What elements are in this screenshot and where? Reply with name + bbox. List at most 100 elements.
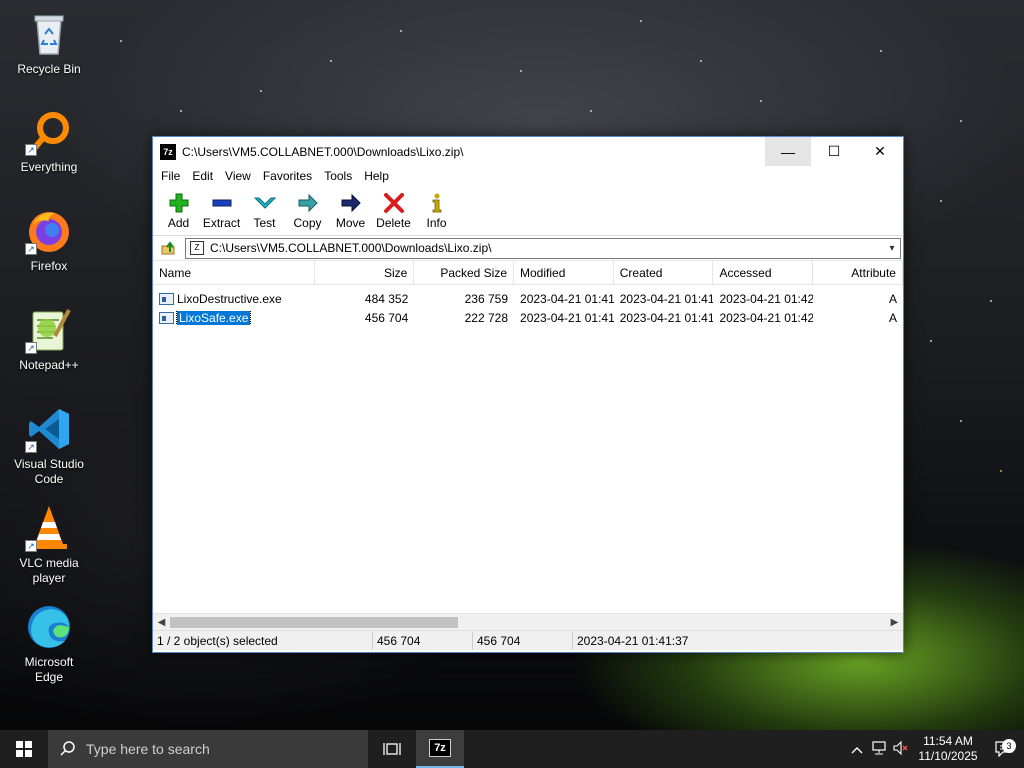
menu-bar: File Edit View Favorites Tools Help [153,166,903,186]
close-button[interactable]: ✕ [857,137,903,166]
scroll-thumb[interactable] [170,616,458,628]
exe-file-icon [159,311,174,324]
address-field[interactable]: Z C:\Users\VM5.COLLABNET.000\Downloads\L… [185,237,901,259]
info-button[interactable]: Info [415,186,458,230]
column-header-modified[interactable]: Modified [514,261,614,285]
file-packed-size: 222 728 [464,310,509,325]
status-packed-size: 456 704 [473,631,573,650]
desktop-icon-vlc[interactable]: ↗ VLC media player [9,504,89,586]
network-icon[interactable] [868,740,890,758]
recycle-bin-icon [25,10,73,58]
notification-button[interactable]: 3 [984,739,1024,757]
desktop-icon-firefox[interactable]: ↗ Firefox [9,207,89,274]
column-header-created[interactable]: Created [614,261,714,285]
move-button[interactable]: Move [329,186,372,230]
column-header-row: Name Size Packed Size Modified Created A… [153,261,903,285]
desktop-icon-recycle-bin[interactable]: Recycle Bin [9,10,89,77]
info-icon [415,190,458,216]
start-button[interactable] [0,730,48,768]
vscode-icon: ↗ [25,405,73,453]
vlc-cone-icon: ↗ [25,504,73,552]
title-bar[interactable]: 7z C:\Users\VM5.COLLABNET.000\Downloads\… [153,137,903,166]
arrow-right-icon [329,190,372,216]
shortcut-arrow-icon: ↗ [25,342,37,354]
desktop-icon-edge[interactable]: Microsoft Edge [9,603,89,685]
task-view-button[interactable] [368,730,416,768]
clock[interactable]: 11:54 AM 11/10/2025 [912,734,984,764]
desktop-icon-label: Everything [20,160,78,174]
7zip-app-icon: 7z [160,143,176,160]
desktop-icon-label: VLC media player [19,556,79,585]
desktop-icon-everything[interactable]: ↗ Everything [9,108,89,175]
minus-icon [200,190,243,216]
file-packed-size: 236 759 [464,291,509,306]
7zip-app-icon: 7z [429,739,451,757]
maximize-button[interactable]: ☐ [811,137,857,166]
taskbar: Type here to search 7z 11:54 AM 11/10/20… [0,730,1024,768]
7zip-window: 7z C:\Users\VM5.COLLABNET.000\Downloads\… [152,136,904,653]
notepad-plus-plus-icon: ↗ [25,306,73,354]
menu-file[interactable]: File [155,169,186,183]
file-list: Name Size Packed Size Modified Created A… [153,261,903,613]
chevron-down-icon[interactable]: ▾ [884,243,900,254]
column-header-name[interactable]: Name [153,261,315,285]
file-size: 484 352 [364,291,409,306]
column-header-accessed[interactable]: Accessed [713,261,814,285]
scroll-track[interactable] [170,615,886,630]
plus-icon [157,190,200,216]
menu-edit[interactable]: Edit [186,169,219,183]
search-box[interactable]: Type here to search [48,730,368,768]
check-chevron-icon [243,190,286,216]
exe-file-icon [159,292,174,305]
column-header-attributes[interactable]: Attribute [813,261,903,285]
x-icon [372,190,415,216]
delete-button[interactable]: Delete [372,186,415,230]
copy-button[interactable]: Copy [286,186,329,230]
scroll-left-icon[interactable]: ◀ [153,617,170,628]
minimize-button[interactable]: — [765,137,811,166]
shortcut-arrow-icon: ↗ [25,540,37,552]
menu-view[interactable]: View [219,169,257,183]
window-title: C:\Users\VM5.COLLABNET.000\Downloads\Lix… [182,144,464,159]
scroll-right-icon[interactable]: ▶ [886,617,903,628]
menu-tools[interactable]: Tools [318,169,358,183]
desktop-icon-notepad-plus-plus[interactable]: ↗ Notepad++ [9,306,89,373]
status-modified: 2023-04-21 01:41:37 [577,633,689,648]
desktop-icon-label: Notepad++ [19,358,79,372]
desktop-icon-vscode[interactable]: ↗ Visual Studio Code [9,405,89,487]
status-size: 456 704 [373,631,473,650]
file-name: LixoDestructive.exe [177,291,282,306]
windows-logo-icon [16,741,32,757]
task-view-icon [383,743,401,755]
menu-help[interactable]: Help [358,169,395,183]
taskbar-7zip-button[interactable]: 7z [416,730,464,768]
desktop-icon-label: Microsoft Edge [24,655,74,684]
file-name: LixoSafe.exe [175,310,252,325]
add-button[interactable]: Add [157,186,200,230]
extract-button[interactable]: Extract [200,186,243,230]
everything-icon: ↗ [25,108,73,156]
shortcut-arrow-icon: ↗ [25,441,37,453]
table-row[interactable]: LixoDestructive.exe 484 352 236 759 2023… [153,289,903,308]
test-button[interactable]: Test [243,186,286,230]
horizontal-scrollbar[interactable]: ◀ ▶ [153,613,903,630]
column-header-size[interactable]: Size [315,261,415,285]
up-folder-button[interactable] [157,238,179,258]
firefox-icon: ↗ [25,207,73,255]
table-row-selected[interactable]: LixoSafe.exe 456 704 222 728 2023-04-21 … [153,308,903,327]
file-size: 456 704 [364,310,409,325]
up-folder-icon [161,241,175,255]
status-selection: 1 / 2 object(s) selected [153,631,373,650]
file-accessed: 2023-04-21 01:42 [719,310,814,325]
address-value: C:\Users\VM5.COLLABNET.000\Downloads\Lix… [210,241,492,255]
column-header-packed-size[interactable]: Packed Size [414,261,515,285]
file-created: 2023-04-21 01:41 [619,310,714,325]
file-modified: 2023-04-21 01:41 [520,291,614,306]
chevron-up-icon[interactable] [846,742,868,757]
shortcut-arrow-icon: ↗ [25,243,37,255]
menu-favorites[interactable]: Favorites [257,169,318,183]
zip-folder-icon: Z [190,241,204,255]
volume-muted-icon[interactable] [890,740,912,758]
file-attributes: A [888,291,897,306]
arrow-right-icon [286,190,329,216]
